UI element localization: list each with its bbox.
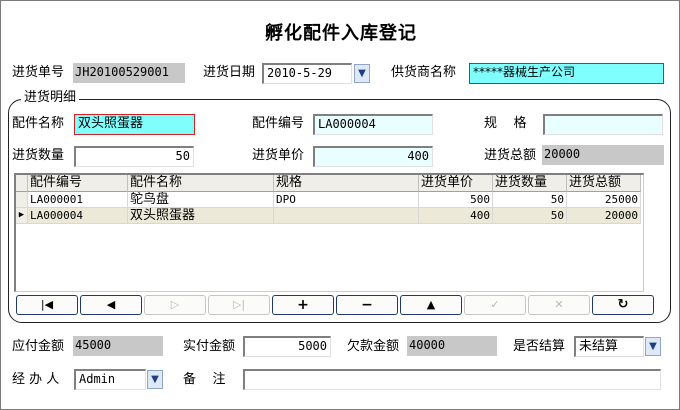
total-field: 20000 [542,145,664,165]
order-no-label: 进货单号 [12,65,65,80]
next-record-button[interactable]: ▷ [144,295,206,315]
remark-field[interactable] [243,369,661,390]
first-record-button[interactable]: |◀ [16,295,78,315]
table-cell[interactable]: 50 [493,192,567,208]
handler-dropdown-button[interactable]: ▼ [147,370,163,389]
part-name-field[interactable]: 双头照蛋器 [74,114,195,135]
col-header-qty[interactable]: 进货数量 [493,175,567,192]
part-code-label: 配件编号 [252,116,305,131]
col-header-name[interactable]: 配件名称 [128,175,274,192]
triangle-up-icon: ▲ [426,298,436,311]
row-indicator[interactable] [16,192,28,208]
qty-label: 进货数量 [12,148,65,163]
table-cell[interactable]: 双头照蛋器 [128,208,274,224]
qty-field[interactable]: 50 [74,146,194,167]
next-record-icon: ▷ [170,298,180,311]
price-label: 进货单价 [252,148,305,163]
current-row-indicator-icon[interactable]: ▶ [16,208,28,224]
part-name-label: 配件名称 [12,116,65,131]
x-icon: ✕ [554,298,564,311]
chevron-down-icon: ▼ [151,374,159,385]
table-cell[interactable]: 20000 [567,208,641,224]
edit-record-button[interactable]: ▲ [400,295,462,315]
detail-grid[interactable]: 配件编号 配件名称 规格 进货单价 进货数量 进货总额 LA000001 鸵鸟盘… [14,173,644,292]
price-field[interactable]: 400 [313,146,433,167]
delete-record-button[interactable]: − [336,295,398,315]
settled-dropdown-button[interactable]: ▼ [645,337,661,356]
col-header-code[interactable]: 配件编号 [28,175,128,192]
row-indicator-header [16,175,28,192]
table-cell[interactable]: 鸵鸟盘 [128,192,274,208]
paid-label: 实付金额 [183,339,236,354]
table-cell[interactable]: LA000001 [28,192,128,208]
add-record-button[interactable]: + [272,295,334,315]
settled-select[interactable]: 未结算 [574,336,644,357]
col-header-spec[interactable]: 规格 [274,175,419,192]
handler-select[interactable]: Admin [74,369,146,390]
detail-group-title: 进货明细 [21,90,80,106]
record-navigator: |◀ ◀ ▷ ▷| + − ▲ ✓ ✕ ↻ [14,295,656,317]
spec-field[interactable] [543,114,663,135]
form-window: 孵化配件入库登记 进货单号 JH20100529001 进货日期 2010-5-… [0,0,680,410]
date-dropdown-button[interactable]: ▼ [354,64,370,83]
table-cell[interactable]: 25000 [567,192,641,208]
date-field[interactable]: 2010-5-29 [262,63,352,84]
supplier-label: 供货商名称 [391,65,457,80]
col-header-total[interactable]: 进货总额 [567,175,641,192]
refresh-icon: ↻ [617,297,629,312]
handler-label: 经 办 人 [12,372,60,387]
last-record-icon: ▷| [232,298,246,311]
part-code-field[interactable]: LA000004 [313,114,433,135]
last-record-button[interactable]: ▷| [208,295,270,315]
col-header-price[interactable]: 进货单价 [419,175,493,192]
table-cell[interactable]: LA000004 [28,208,128,224]
remark-label: 备 注 [183,372,226,387]
check-icon: ✓ [490,298,500,311]
table-cell[interactable]: 400 [419,208,493,224]
order-no-field: JH20100529001 [73,63,185,83]
total-label: 进货总额 [484,148,537,163]
paid-field[interactable]: 5000 [243,336,331,357]
owed-field: 40000 [407,336,497,356]
chevron-down-icon: ▼ [358,68,366,79]
payable-label: 应付金额 [12,339,65,354]
table-cell[interactable]: DPO [274,192,419,208]
settled-label: 是否结算 [513,339,566,354]
refresh-button[interactable]: ↻ [592,295,654,315]
chevron-down-icon: ▼ [649,341,657,352]
owed-label: 欠款金额 [347,339,400,354]
prev-record-icon: ◀ [106,298,116,311]
date-label: 进货日期 [203,65,256,80]
prev-record-button[interactable]: ◀ [80,295,142,315]
supplier-field[interactable]: *****器械生产公司 [469,63,664,84]
minus-icon: − [361,297,373,313]
table-cell[interactable]: 50 [493,208,567,224]
first-record-icon: |◀ [40,298,54,311]
post-record-button[interactable]: ✓ [464,295,526,315]
table-cell[interactable]: 500 [419,192,493,208]
plus-icon: + [297,297,309,313]
spec-label: 规 格 [484,116,527,131]
table-cell[interactable] [274,208,419,224]
payable-field: 45000 [73,336,163,356]
page-title: 孵化配件入库登记 [265,23,417,44]
cancel-edit-button[interactable]: ✕ [528,295,590,315]
